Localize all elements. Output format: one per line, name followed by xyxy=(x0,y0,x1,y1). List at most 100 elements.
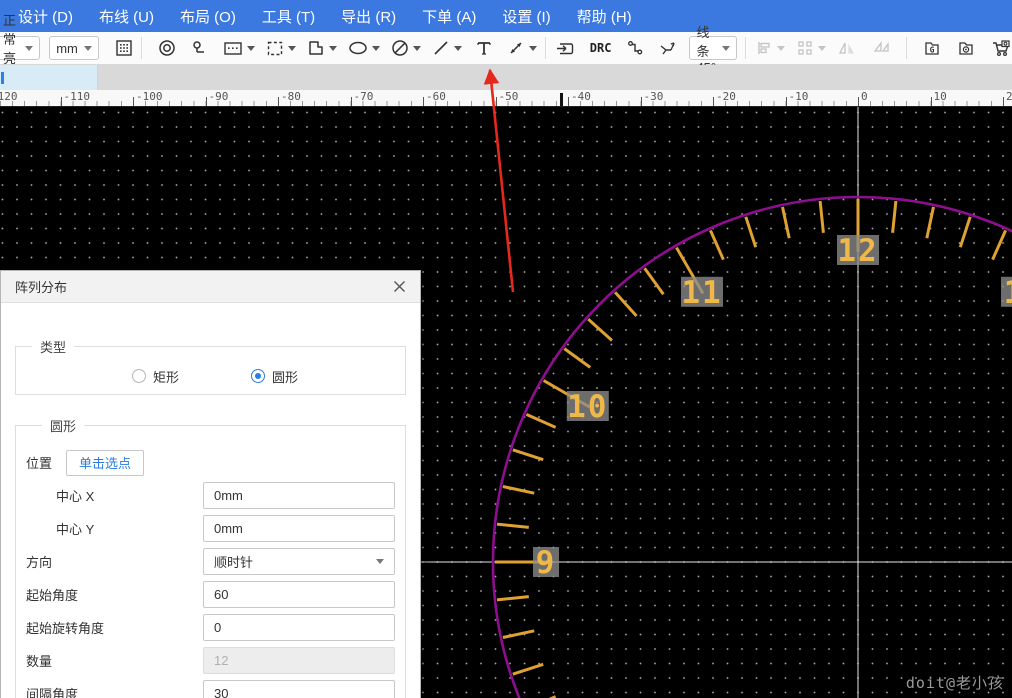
clock-number-9[interactable]: 9 xyxy=(533,545,559,581)
dimension-tool-button[interactable] xyxy=(506,35,526,61)
align-icon xyxy=(754,38,774,58)
ruler-label: 10 xyxy=(934,90,947,103)
dialog-title: 阵列分布 xyxy=(15,277,67,296)
polygon-icon xyxy=(306,38,326,58)
chevron-down-icon xyxy=(376,559,384,564)
menu-item-2[interactable]: 布局 (O) xyxy=(180,6,236,27)
ruler-major-tick xyxy=(713,97,714,106)
start-rotation-input[interactable] xyxy=(203,614,395,641)
gerber-export-button[interactable]: G xyxy=(922,35,942,61)
brightness-select[interactable]: 正常亮度 xyxy=(0,36,40,60)
ruler-major-tick xyxy=(641,97,642,106)
line-mode-select[interactable]: 线条45° xyxy=(689,36,737,60)
interval-angle-input[interactable] xyxy=(203,680,395,698)
route-icon xyxy=(625,38,645,58)
coordinate-file-icon xyxy=(956,38,976,58)
ruler-major-tick xyxy=(351,97,352,106)
menu-item-5[interactable]: 下单 (A) xyxy=(422,6,476,27)
menu-item-0[interactable]: 设计 (D) xyxy=(18,6,73,27)
radio-label: 圆形 xyxy=(272,367,298,386)
dropdown-caret-icon[interactable] xyxy=(372,46,380,51)
route-tool-button[interactable] xyxy=(625,35,645,61)
ellipse-tool-button[interactable] xyxy=(347,35,369,61)
dimension-icon xyxy=(506,38,526,58)
clock-number-10[interactable]: 10 xyxy=(567,389,609,425)
dropdown-caret-icon[interactable] xyxy=(329,46,337,51)
radio-option-circle[interactable]: 圆形 xyxy=(251,367,298,386)
dropdown-caret-icon[interactable] xyxy=(413,46,421,51)
grid-icon xyxy=(115,39,133,57)
count-input xyxy=(203,647,395,674)
interval-angle-label: 间隔角度 xyxy=(26,684,78,698)
center-y-input[interactable] xyxy=(203,515,395,542)
clock-number-1[interactable]: 1 xyxy=(1001,275,1012,311)
ruler-major-tick xyxy=(931,97,932,106)
svg-text:9: 9 xyxy=(536,545,557,581)
count-label: 数量 xyxy=(26,651,52,670)
radio-option-rectangle[interactable]: 矩形 xyxy=(132,367,179,386)
dropdown-caret-icon xyxy=(777,46,785,51)
order-cart-button[interactable] xyxy=(990,35,1012,61)
menu-item-1[interactable]: 布线 (U) xyxy=(99,6,154,27)
ruler-label: -100 xyxy=(136,90,163,103)
menu-item-7[interactable]: 帮助 (H) xyxy=(577,6,632,27)
polygon-tool-button[interactable] xyxy=(306,35,326,61)
ruler-label: -80 xyxy=(281,90,301,103)
ruler-label: 0 xyxy=(861,90,868,103)
mirror-horizontal-icon xyxy=(836,38,858,58)
gerber-file-icon: G xyxy=(922,38,942,58)
drc-button[interactable]: DRC xyxy=(590,35,612,61)
line-tool-button[interactable] xyxy=(431,35,451,61)
dropdown-caret-icon[interactable] xyxy=(529,46,537,51)
dropdown-caret-icon[interactable] xyxy=(288,46,296,51)
ruler-major-tick xyxy=(568,97,569,106)
direction-select[interactable]: 顺时针 xyxy=(203,548,395,575)
clock-ticks[interactable] xyxy=(495,199,1012,698)
unit-select[interactable]: mm xyxy=(49,36,99,60)
text-tool-button[interactable] xyxy=(474,35,494,61)
clock-numbers[interactable]: 123456789101112 xyxy=(533,233,1012,698)
svg-text:12: 12 xyxy=(837,233,878,269)
coordinate-export-button[interactable] xyxy=(956,35,976,61)
document-tab[interactable] xyxy=(0,65,98,90)
tab-accent-mark xyxy=(1,72,4,84)
pick-point-button[interactable]: 单击选点 xyxy=(66,450,144,476)
clock-number-12[interactable]: 12 xyxy=(837,233,879,269)
clock-arc[interactable] xyxy=(493,197,1012,698)
ruler-label: 20 xyxy=(1006,90,1012,103)
grid-settings-button[interactable] xyxy=(115,35,133,61)
board-outline-tool-button[interactable] xyxy=(222,35,244,61)
circle-group-legend: 圆形 xyxy=(42,416,84,435)
center-x-input[interactable] xyxy=(203,482,395,509)
import-button[interactable] xyxy=(554,35,576,61)
ruler-label: -20 xyxy=(716,90,736,103)
dropdown-caret-icon[interactable] xyxy=(454,46,462,51)
drc-label: DRC xyxy=(590,41,612,55)
ruler-major-tick xyxy=(278,97,279,106)
pin-tool-button[interactable] xyxy=(190,35,210,61)
dialog-close-button[interactable] xyxy=(393,280,406,293)
keepout-circle-icon xyxy=(390,38,410,58)
menu-item-3[interactable]: 工具 (T) xyxy=(262,6,315,27)
mirror-horizontal-button xyxy=(836,35,858,61)
route-angle-tool-button[interactable] xyxy=(657,35,677,61)
type-group: 类型 矩形 圆形 xyxy=(15,337,406,395)
ruler-major-tick xyxy=(786,97,787,106)
clock-number-11[interactable]: 11 xyxy=(681,275,723,311)
line-icon xyxy=(431,38,451,58)
menu-item-6[interactable]: 设置 (I) xyxy=(502,6,550,27)
via-tool-button[interactable] xyxy=(157,35,177,61)
svg-text:1: 1 xyxy=(1004,275,1012,311)
dotted-rect-icon xyxy=(222,38,244,58)
selection-area-tool-button[interactable] xyxy=(265,35,285,61)
center-x-label: 中心 X xyxy=(26,486,94,505)
dropdown-caret-icon[interactable] xyxy=(247,46,255,51)
horizontal-ruler: -120-110-100-90-80-70-60-50-40-30-20-100… xyxy=(0,90,1012,107)
ruler-major-tick xyxy=(496,97,497,106)
ruler-label: -120 xyxy=(0,90,18,103)
watermark-text: doit@老小孩 xyxy=(906,672,1004,693)
menu-item-4[interactable]: 导出 (R) xyxy=(341,6,396,27)
dialog-titlebar[interactable]: 阵列分布 xyxy=(1,271,420,303)
start-angle-input[interactable] xyxy=(203,581,395,608)
keepout-tool-button[interactable] xyxy=(390,35,410,61)
